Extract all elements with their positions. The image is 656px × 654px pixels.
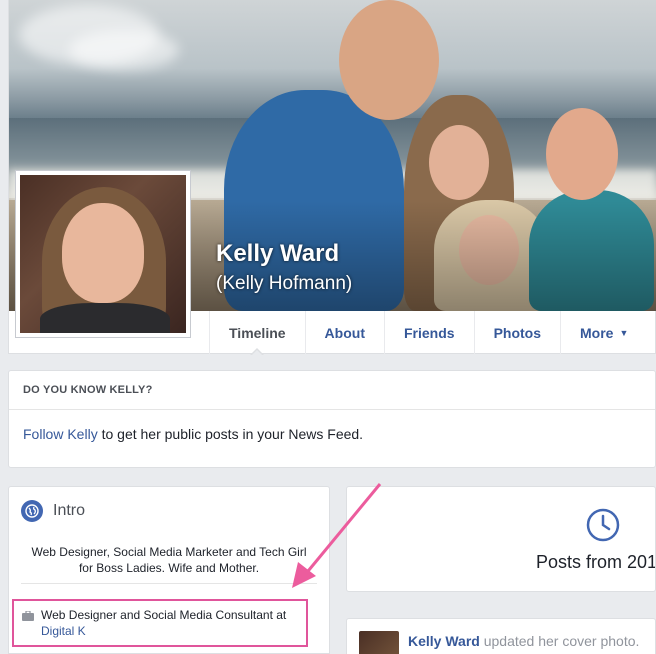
- intro-title: Intro: [53, 502, 86, 519]
- follow-description: to get her public posts in your News Fee…: [97, 426, 364, 442]
- profile-picture[interactable]: [15, 170, 191, 338]
- clock-icon: [586, 508, 620, 542]
- card-title: DO YOU KNOW KELLY?: [9, 371, 655, 410]
- posts-from-label[interactable]: Posts from 201: [536, 552, 655, 573]
- tab-label: More: [580, 324, 614, 341]
- briefcase-icon: [22, 611, 34, 621]
- tab-timeline[interactable]: Timeline: [209, 311, 305, 356]
- tab-about[interactable]: About: [304, 311, 384, 354]
- tab-label: Photos: [493, 324, 542, 341]
- profile-name[interactable]: Kelly Ward: [216, 240, 339, 268]
- profile-alternate-name: (Kelly Hofmann): [216, 273, 353, 294]
- work-info-highlighted: Web Designer and Social Media Consultant…: [12, 599, 308, 647]
- tab-more[interactable]: More ▼: [560, 311, 647, 354]
- profile-tabs: Timeline About Friends Photos More ▼: [209, 311, 647, 356]
- follow-link[interactable]: Follow Kelly: [23, 426, 98, 442]
- tab-label: Friends: [403, 324, 455, 341]
- post-action: updated her cover photo.: [479, 633, 640, 649]
- card-body: Follow Kelly to get her public posts in …: [9, 410, 655, 458]
- cover-update-post: Kelly Ward updated her cover photo.: [346, 618, 656, 654]
- work-description: Web Designer and Social Media Consultant…: [41, 608, 287, 622]
- post-header: Kelly Ward updated her cover photo.: [408, 633, 639, 649]
- intro-bio: Web Designer, Social Media Marketer and …: [31, 545, 307, 575]
- caret-down-icon: ▼: [619, 327, 629, 338]
- post-author-link[interactable]: Kelly Ward: [408, 633, 480, 649]
- posts-from-card: Posts from 201: [346, 486, 656, 592]
- avatar[interactable]: [359, 631, 399, 654]
- intro-card: Intro Web Designer, Social Media Markete…: [8, 486, 330, 654]
- workplace-link[interactable]: Digital K: [41, 624, 86, 638]
- divider: [21, 583, 317, 584]
- tab-label: Timeline: [229, 324, 286, 341]
- tab-label: About: [324, 324, 365, 341]
- tab-photos[interactable]: Photos: [473, 311, 560, 354]
- do-you-know-card: DO YOU KNOW KELLY? Follow Kelly to get h…: [8, 370, 656, 468]
- tab-friends[interactable]: Friends: [383, 311, 474, 354]
- globe-icon: [21, 500, 43, 522]
